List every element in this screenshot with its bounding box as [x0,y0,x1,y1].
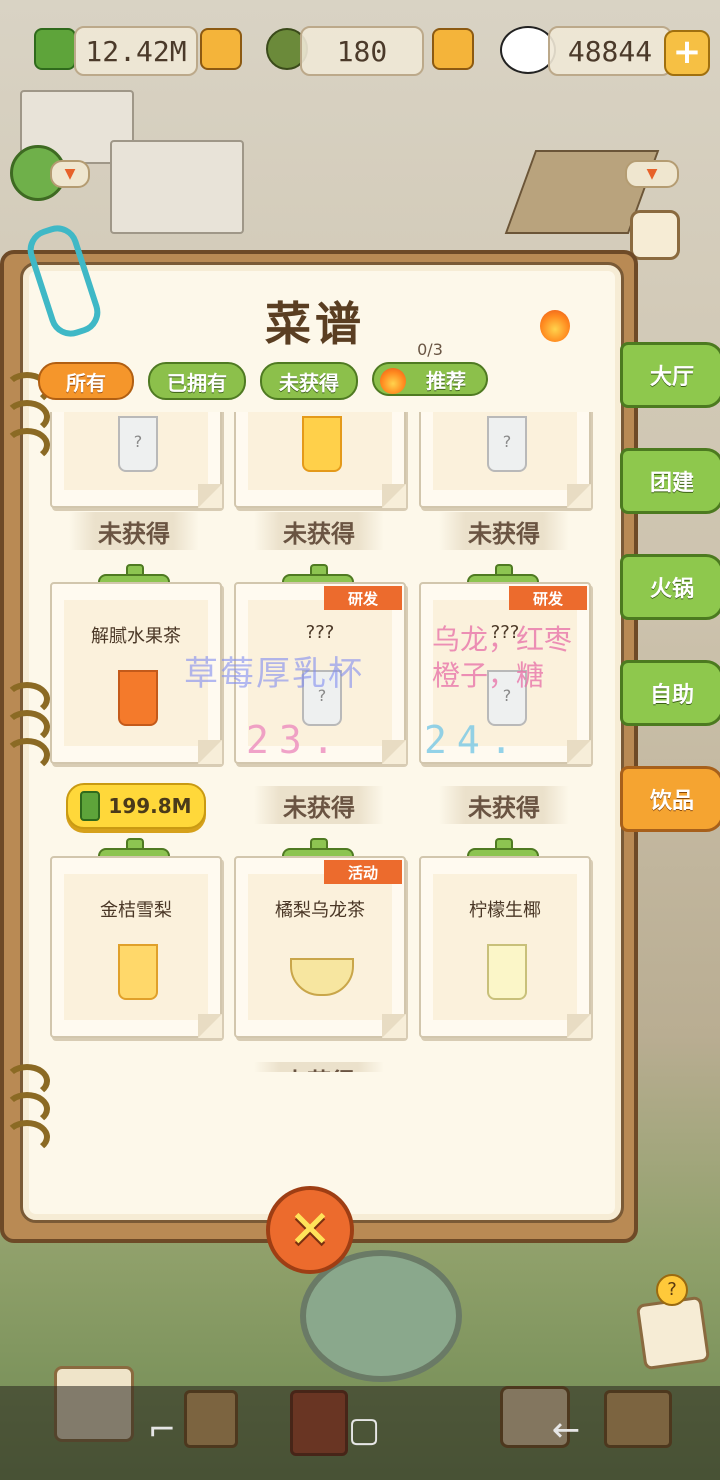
recipe-status: 未获得 [254,786,384,824]
chevron-down-icon[interactable]: ▼ [50,160,90,188]
recipe-card[interactable]: 金桔雪梨 [50,856,222,1038]
recent-apps-icon[interactable]: ⌐ [142,1410,182,1450]
overlay-number: 23. [246,718,345,762]
scene-wall [110,140,244,234]
binder-ring [4,1120,50,1154]
recipe-card[interactable]: 活动 橘梨乌龙茶 [234,856,406,1038]
recipe-name: 金桔雪梨 [100,900,172,921]
bamboo-icon [34,28,76,70]
filter-tab-owned[interactable]: 已拥有 [148,362,246,400]
event-badge: 活动 [324,860,402,884]
tab-hotpot[interactable]: 火锅 [620,554,720,620]
help-icon[interactable]: ? [656,1274,688,1306]
bamboo-icon [80,791,101,821]
add-currency-button[interactable]: + [664,30,710,76]
tab-team-building[interactable]: 团建 [620,448,720,514]
recipe-status: 未获得 [254,512,384,550]
recipe-card[interactable]: 柠檬生椰 [419,856,591,1038]
fire-info-icon[interactable] [540,310,570,342]
home-icon[interactable]: ▢ [344,1410,384,1450]
menu-list-icon[interactable] [630,210,680,260]
recipe-price: 199.8M [108,794,192,818]
shop-add-icon[interactable] [200,28,242,70]
recipe-card[interactable]: ? [419,412,591,508]
overlay-number: 24. [424,718,523,762]
bamboo-amount: 12.42M [74,26,198,76]
recipe-name: 橘梨乌龙茶 [275,900,365,921]
tab-buffet[interactable]: 自助 [620,660,720,726]
orange-drink-icon [302,416,342,472]
resource-bar: 12.42M 180 48844 + [0,22,720,82]
overlay-note: 草莓厚乳杯 [184,654,364,694]
kumquat-pear-icon [118,944,158,1000]
filter-tab-all[interactable]: 所有 [38,362,134,400]
recipe-name: ??? [305,622,335,643]
overlay-note: 橙子，糖 [432,659,545,692]
overlay-note: 乌龙，红枣 [432,623,573,656]
close-button[interactable]: ✕ [266,1186,354,1274]
filter-tab-unobtained[interactable]: 未获得 [260,362,358,400]
research-badge: 研发 [324,586,402,610]
recipe-card[interactable] [234,412,406,508]
mystery-glass-icon: ? [487,416,527,472]
recipe-status: 未获得 [439,786,569,824]
filter-tab-recommend-label: 推荐 [426,368,466,393]
lemon-coconut-icon [487,944,527,1000]
panda-amount: 48844 [548,26,672,76]
shop-add-icon[interactable] [432,28,474,70]
recipe-status: 未获得 [439,512,569,550]
recipe-card[interactable]: ? [50,412,222,508]
filter-tab-recommend[interactable]: 推荐 [372,362,488,396]
close-icon: ✕ [288,1200,332,1260]
recipe-name: 解腻水果茶 [91,626,181,647]
recipe-status: 未获得 [69,512,199,550]
chevron-down-icon[interactable]: ▼ [625,160,679,188]
fruit-tea-icon [118,670,158,726]
tab-hall[interactable]: 大厅 [620,342,720,408]
research-badge: 研发 [509,586,587,610]
notes-icon[interactable] [635,1295,711,1371]
fire-icon [380,368,406,394]
recipe-name: 柠檬生椰 [469,900,541,921]
page-title: 菜谱 [265,297,365,351]
recipe-status-partial: 未获得 [254,1062,384,1072]
recipe-price-button[interactable]: 199.8M [66,783,206,829]
mystery-glass-icon: ? [118,416,158,472]
recommend-counter: 0/3 [417,340,443,359]
tab-drinks[interactable]: 饮品 [620,766,720,832]
leaf-amount: 180 [300,26,424,76]
back-icon[interactable]: ← [546,1410,586,1450]
